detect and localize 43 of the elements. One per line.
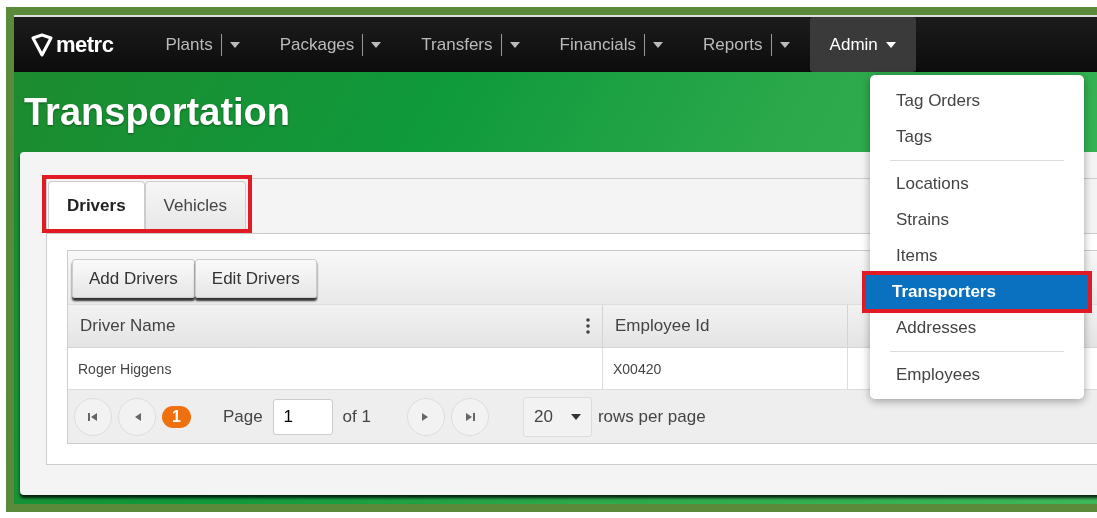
page-count: of 1	[342, 406, 371, 427]
column-title: Employee Id	[615, 316, 710, 336]
menu-item[interactable]: Tags	[870, 119, 1084, 155]
nav-menu-item[interactable]: Financials	[539, 17, 684, 72]
column-menu-icon[interactable]	[586, 318, 590, 334]
last-page-button[interactable]	[450, 397, 489, 436]
caret-icon	[371, 41, 382, 48]
nav-menu-item[interactable]: Transfers	[401, 17, 540, 72]
column-title: Driver Name	[80, 316, 176, 336]
logo-icon	[30, 32, 54, 57]
toolbar-button[interactable]: Edit Drivers	[194, 259, 317, 298]
toolbar-button[interactable]: Add Drivers	[72, 259, 195, 298]
page-size-select[interactable]: 20	[522, 396, 592, 437]
tab[interactable]: Drivers	[48, 181, 145, 229]
caret-icon	[509, 41, 520, 48]
caret-icon	[779, 41, 790, 48]
table-cell: Roger Higgens	[68, 348, 603, 389]
table-cell: X00420	[603, 348, 848, 389]
nav-menu-item[interactable]: Reports	[683, 17, 810, 72]
last-page-icon	[463, 410, 476, 423]
caret-icon	[570, 413, 581, 420]
nav-menu-item[interactable]: Admin	[809, 17, 916, 72]
caret-icon	[885, 41, 896, 48]
menu-item[interactable]: Employees	[870, 357, 1084, 393]
menu-item[interactable]: Locations	[870, 166, 1084, 202]
menu-item[interactable]: Addresses	[870, 310, 1084, 346]
caret-icon	[229, 41, 240, 48]
nav-menu-item[interactable]: Plants	[145, 17, 260, 72]
first-page-icon	[87, 410, 99, 423]
page-input[interactable]: 1	[272, 398, 333, 435]
menu-item[interactable]: Items	[870, 238, 1084, 274]
rows-per-page-label: rows per page	[597, 406, 706, 427]
column-header[interactable]: Driver Name	[68, 305, 603, 347]
page-label: Page	[222, 406, 263, 427]
brand-name: metrc	[56, 31, 114, 58]
menu-item[interactable]: Strains	[870, 202, 1084, 238]
column-header[interactable]: Employee Id	[603, 305, 848, 347]
menu-item[interactable]: Tag Orders	[870, 83, 1084, 119]
nav-menu-item[interactable]: Packages	[259, 17, 402, 72]
tab[interactable]: Vehicles	[144, 181, 246, 229]
caret-icon	[653, 41, 664, 48]
first-page-button[interactable]	[74, 397, 112, 436]
page-title: Transportation	[24, 90, 291, 134]
